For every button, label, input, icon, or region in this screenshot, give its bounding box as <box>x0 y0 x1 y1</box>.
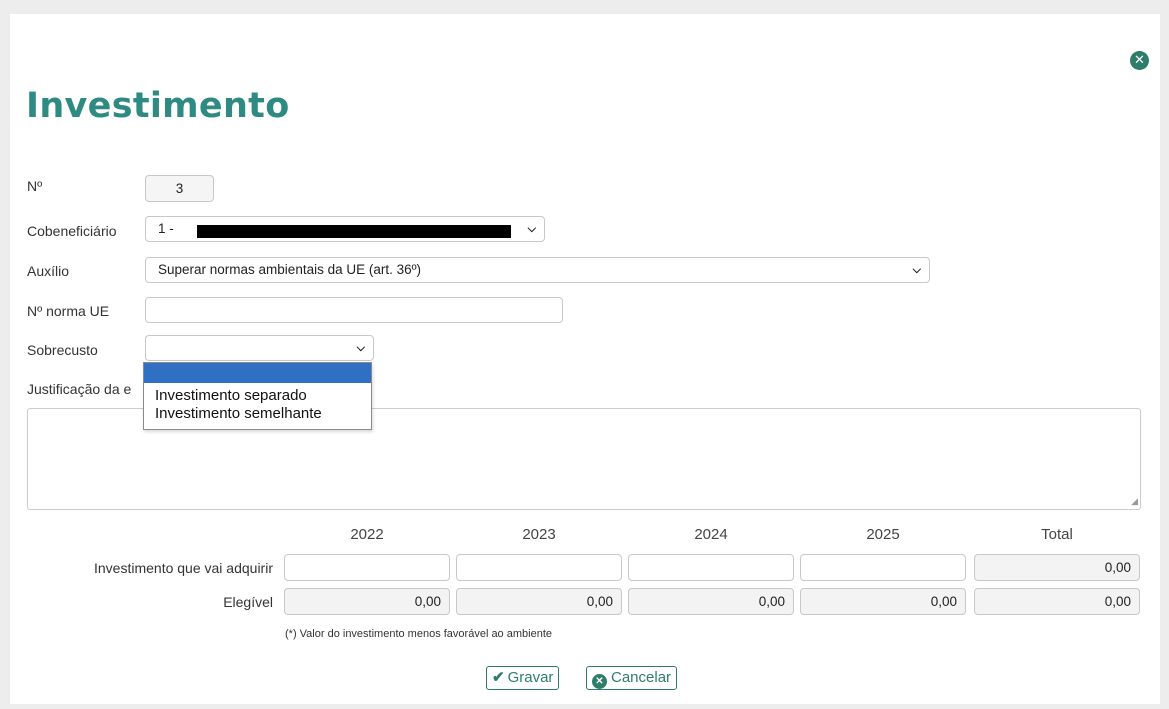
investimento-2022-input[interactable] <box>284 554 450 581</box>
investimento-2023-input[interactable] <box>456 554 622 581</box>
auxilio-label: Auxílio <box>27 263 70 279</box>
chevron-down-icon: ⌵ <box>912 264 921 276</box>
close-circle-icon: ✕ <box>592 674 607 689</box>
investimento-2025-input[interactable] <box>800 554 966 581</box>
row-label-investimento: Investimento que vai adquirir <box>94 560 273 576</box>
dropdown-option-semelhante[interactable]: Investimento semelhante <box>144 405 371 423</box>
sobrecusto-select[interactable]: ⌵ <box>145 335 374 361</box>
dropdown-option-empty[interactable] <box>144 363 371 383</box>
row-label-elegivel: Elegível <box>223 594 273 610</box>
auxilio-select[interactable]: Superar normas ambientais da UE (art. 36… <box>145 257 930 283</box>
column-header-2025: 2025 <box>866 526 900 543</box>
cancelar-button[interactable]: ✕ Cancelar <box>586 666 678 690</box>
investimento-total: 0,00 <box>974 554 1140 581</box>
sobrecusto-label: Sobrecusto <box>27 342 98 358</box>
elegivel-2022: 0,00 <box>284 588 450 615</box>
column-header-2024: 2024 <box>694 526 728 543</box>
footnote: (*) Valor do investimento menos favoráve… <box>285 628 552 640</box>
gravar-button[interactable]: ✔ Gravar <box>486 666 560 690</box>
auxilio-value: Superar normas ambientais da UE (art. 36… <box>158 262 422 277</box>
column-header-2023: 2023 <box>522 526 556 543</box>
chevron-down-icon: ⌵ <box>527 223 536 235</box>
sobrecusto-dropdown-list: Investimento separado Investimento semel… <box>143 362 372 430</box>
check-icon: ✔ <box>492 669 505 686</box>
gravar-label: Gravar <box>507 669 554 686</box>
resize-handle-icon[interactable]: ◢ <box>1131 497 1138 507</box>
norma-ue-input[interactable] <box>145 297 563 323</box>
cobeneficiario-value: 1 - <box>158 221 174 236</box>
column-header-total: Total <box>1041 526 1073 543</box>
norma-ue-label: Nº norma UE <box>27 303 110 319</box>
numero-field: 3 <box>145 175 214 202</box>
dropdown-option-separado[interactable]: Investimento separado <box>144 387 371 405</box>
cancelar-label: Cancelar <box>611 669 672 686</box>
elegivel-2023: 0,00 <box>456 588 622 615</box>
investimento-2024-input[interactable] <box>628 554 794 581</box>
elegivel-2024: 0,00 <box>628 588 794 615</box>
chevron-down-icon: ⌵ <box>356 342 365 354</box>
close-icon[interactable]: ✕ <box>1130 51 1149 70</box>
column-header-2022: 2022 <box>350 526 384 543</box>
investimento-dialog: ✕ Investimento Nº 3 Cobeneficiário 1 - ⌵… <box>10 14 1160 704</box>
cobeneficiario-label: Cobeneficiário <box>27 223 117 239</box>
redaction-bar <box>197 225 511 238</box>
cobeneficiario-select[interactable]: 1 - ⌵ <box>145 216 545 242</box>
elegivel-total: 0,00 <box>974 588 1140 615</box>
numero-label: Nº <box>27 178 43 194</box>
justificacao-label: Justificação da e <box>27 381 132 397</box>
page-title: Investimento <box>26 86 290 126</box>
elegivel-2025: 0,00 <box>800 588 966 615</box>
